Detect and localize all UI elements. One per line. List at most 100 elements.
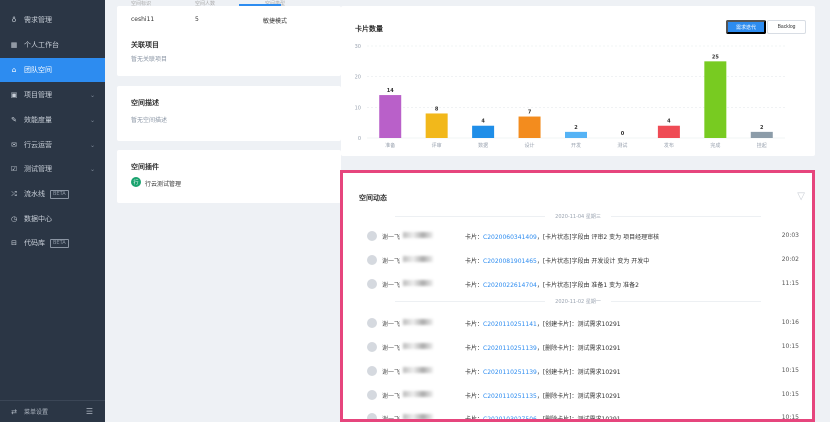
card-link[interactable]: C2020110251139 (483, 345, 537, 352)
avatar (367, 255, 377, 265)
activity-content: 卡片：C2020103027506，[删除卡片]：测试需求10291 (465, 414, 621, 422)
date-divider-left (395, 301, 545, 302)
card-link[interactable]: C2020060341409 (483, 234, 537, 241)
space-people-value: 5 (195, 16, 199, 23)
sidebar-item-2[interactable]: ⌂ 团队空间 (0, 58, 105, 82)
bar-发布 (657, 125, 680, 138)
blurred-name (403, 280, 433, 286)
card-link[interactable]: C2020110251141 (483, 321, 537, 328)
collapse-icon[interactable]: ☰ (86, 407, 93, 416)
avatar (367, 318, 377, 328)
lightbulb-icon: ♁ (11, 16, 17, 24)
blurred-name (403, 414, 433, 420)
x-tick-label: 评审 (432, 142, 442, 149)
activity-date-0: 2020-11-04 星期三 (341, 213, 815, 220)
app-root: ♁ 需求管理 ▦ 个人工作台 ⌂ 团队空间 ▣ 项目管理 ⌄ ✎ 效能度量 ⌄ ✉ 行云运营 ⌄ ☑ 测试管理 ⌄… (0, 0, 830, 422)
blurred-name (403, 256, 433, 262)
blurred-name (403, 343, 433, 349)
activity-content: 卡片：C2020060341409，[卡片状态]字段由 评审2 变为 项目经理审… (465, 232, 659, 241)
space-id-value: ceshi11 (131, 16, 155, 23)
user-name: 谢一飞 (382, 369, 401, 376)
pen-icon: ✎ (11, 116, 17, 124)
bar-评审 (425, 113, 448, 138)
card-prefix: 卡片： (465, 321, 484, 328)
y-tick-label: 10 (355, 105, 361, 111)
chevron-down-icon: ⌄ (89, 116, 95, 124)
sidebar-item-7[interactable]: ⤮ 流水线 BETA (0, 182, 105, 206)
x-tick-label: 准备 (385, 142, 395, 149)
card-link[interactable]: C2020081901465 (483, 258, 537, 265)
sidebar-item-8[interactable]: ◷ 数据中心 (0, 207, 105, 231)
sidebar-item-label: 个人工作台 (24, 41, 59, 49)
activity-date-label: 2020-11-04 星期三 (555, 214, 601, 220)
bar-准备 (379, 95, 402, 138)
activity-time: 10:15 (781, 391, 799, 398)
blurred-name (403, 232, 433, 238)
sidebar-item-label: 团队空间 (24, 66, 52, 74)
card-count-chart-card: 卡片数量 需求迭代 Backlog 0 10 20 30 14 准备 8 评审 4 数据 7 设计 2 开… (341, 6, 815, 156)
user-name: 谢一飞 (382, 234, 401, 241)
beta-badge: BETA (50, 238, 69, 248)
activity-content: 卡片：C2020081901465，[卡片状态]字段由 开发设计 变为 开发中 (465, 256, 649, 265)
activity-date-1: 2020-11-02 星期一 (341, 298, 815, 305)
user-name: 谢一飞 (382, 258, 401, 265)
sidebar-item-3[interactable]: ▣ 项目管理 ⌄ (0, 83, 105, 107)
user-name: 谢一飞 (382, 282, 401, 289)
activity-time: 10:15 (781, 367, 799, 374)
menu-settings-button[interactable]: ⇄ 菜单设置 ☰ (0, 400, 105, 422)
bar-数据 (472, 125, 495, 138)
avatar (367, 413, 377, 422)
activity-content: 卡片：C2020110251141，[创建卡片]：测试需求10291 (465, 319, 621, 328)
beta-badge: BETA (50, 189, 69, 199)
activity-time: 20:03 (781, 232, 799, 239)
activity-content: 卡片：C2020110251139，[创建卡片]：测试需求10291 (465, 367, 621, 376)
avatar (367, 342, 377, 352)
activity-time: 10:16 (781, 319, 799, 326)
sidebar-item-6[interactable]: ☑ 测试管理 ⌄ (0, 157, 105, 181)
avatar (367, 366, 377, 376)
user-name: 谢一飞 (382, 321, 401, 328)
card-prefix: 卡片： (465, 416, 484, 422)
main-content: 空间标识 空间人数 空间类型 ceshi11 5 敏捷模式 关联项目 暂无关联项… (105, 0, 830, 422)
sidebar-item-5[interactable]: ✉ 行云运营 ⌄ (0, 133, 105, 157)
sidebar: ♁ 需求管理 ▦ 个人工作台 ⌂ 团队空间 ▣ 项目管理 ⌄ ✎ 效能度量 ⌄ ✉ 行云运营 ⌄ ☑ 测试管理 ⌄… (0, 0, 105, 422)
plugin-name[interactable]: 行云测试管理 (145, 179, 181, 188)
settings-icon: ⇄ (11, 407, 17, 416)
code-icon: ⊟ (11, 239, 17, 247)
sidebar-item-label: 代码库 (24, 239, 45, 247)
activity-time: 10:15 (781, 343, 799, 350)
space-description-card: 空间描述 暂无空间描述 (117, 86, 341, 141)
bar-value-label: 7 (528, 110, 532, 116)
avatar (367, 390, 377, 400)
date-divider-left (395, 216, 545, 217)
sidebar-item-0[interactable]: ♁ 需求管理 (0, 8, 105, 32)
description-title: 空间描述 (131, 99, 159, 107)
activity-row: 谢一飞 卡片：C2020022614704，[卡片状态]字段由 准备1 变为 准… (341, 276, 815, 294)
x-tick-label: 数据 (478, 142, 488, 149)
y-tick-label: 0 (358, 136, 361, 142)
chat-icon: ✉ (11, 141, 17, 149)
card-link[interactable]: C2020110251135 (483, 393, 537, 400)
avatar (367, 231, 377, 241)
filter-icon[interactable]: ▽ (797, 191, 805, 202)
activity-text: ，[卡片状态]字段由 开发设计 变为 开发中 (536, 258, 650, 265)
activity-content: 卡片：C2020110251135，[删除卡片]：测试需求10291 (465, 391, 621, 400)
activity-time: 11:15 (781, 280, 799, 287)
bar-value-label: 4 (667, 119, 671, 125)
bar-开发 (565, 131, 587, 138)
sidebar-item-1[interactable]: ▦ 个人工作台 (0, 33, 105, 57)
date-divider-right (611, 301, 761, 302)
activity-text: ，[卡片状态]字段由 准备1 变为 准备2 (536, 282, 639, 289)
bar-value-label: 2 (574, 125, 578, 131)
related-projects-title: 关联项目 (131, 41, 159, 49)
card-link[interactable]: C2020022614704 (483, 282, 537, 289)
activity-row: 谢一飞 卡片：C2020110251135，[删除卡片]：测试需求10291 1… (341, 387, 815, 405)
sidebar-item-9[interactable]: ⊟ 代码库 BETA (0, 231, 105, 255)
card-link[interactable]: C2020110251139 (483, 369, 537, 376)
card-prefix: 卡片： (465, 369, 484, 376)
sidebar-item-4[interactable]: ✎ 效能度量 ⌄ (0, 108, 105, 132)
x-tick-label: 发布 (664, 142, 674, 149)
space-info-card: ceshi11 5 敏捷模式 关联项目 暂无关联项目 (117, 6, 341, 76)
card-link[interactable]: C2020103027506 (483, 416, 537, 422)
bar-完成 (704, 61, 727, 139)
